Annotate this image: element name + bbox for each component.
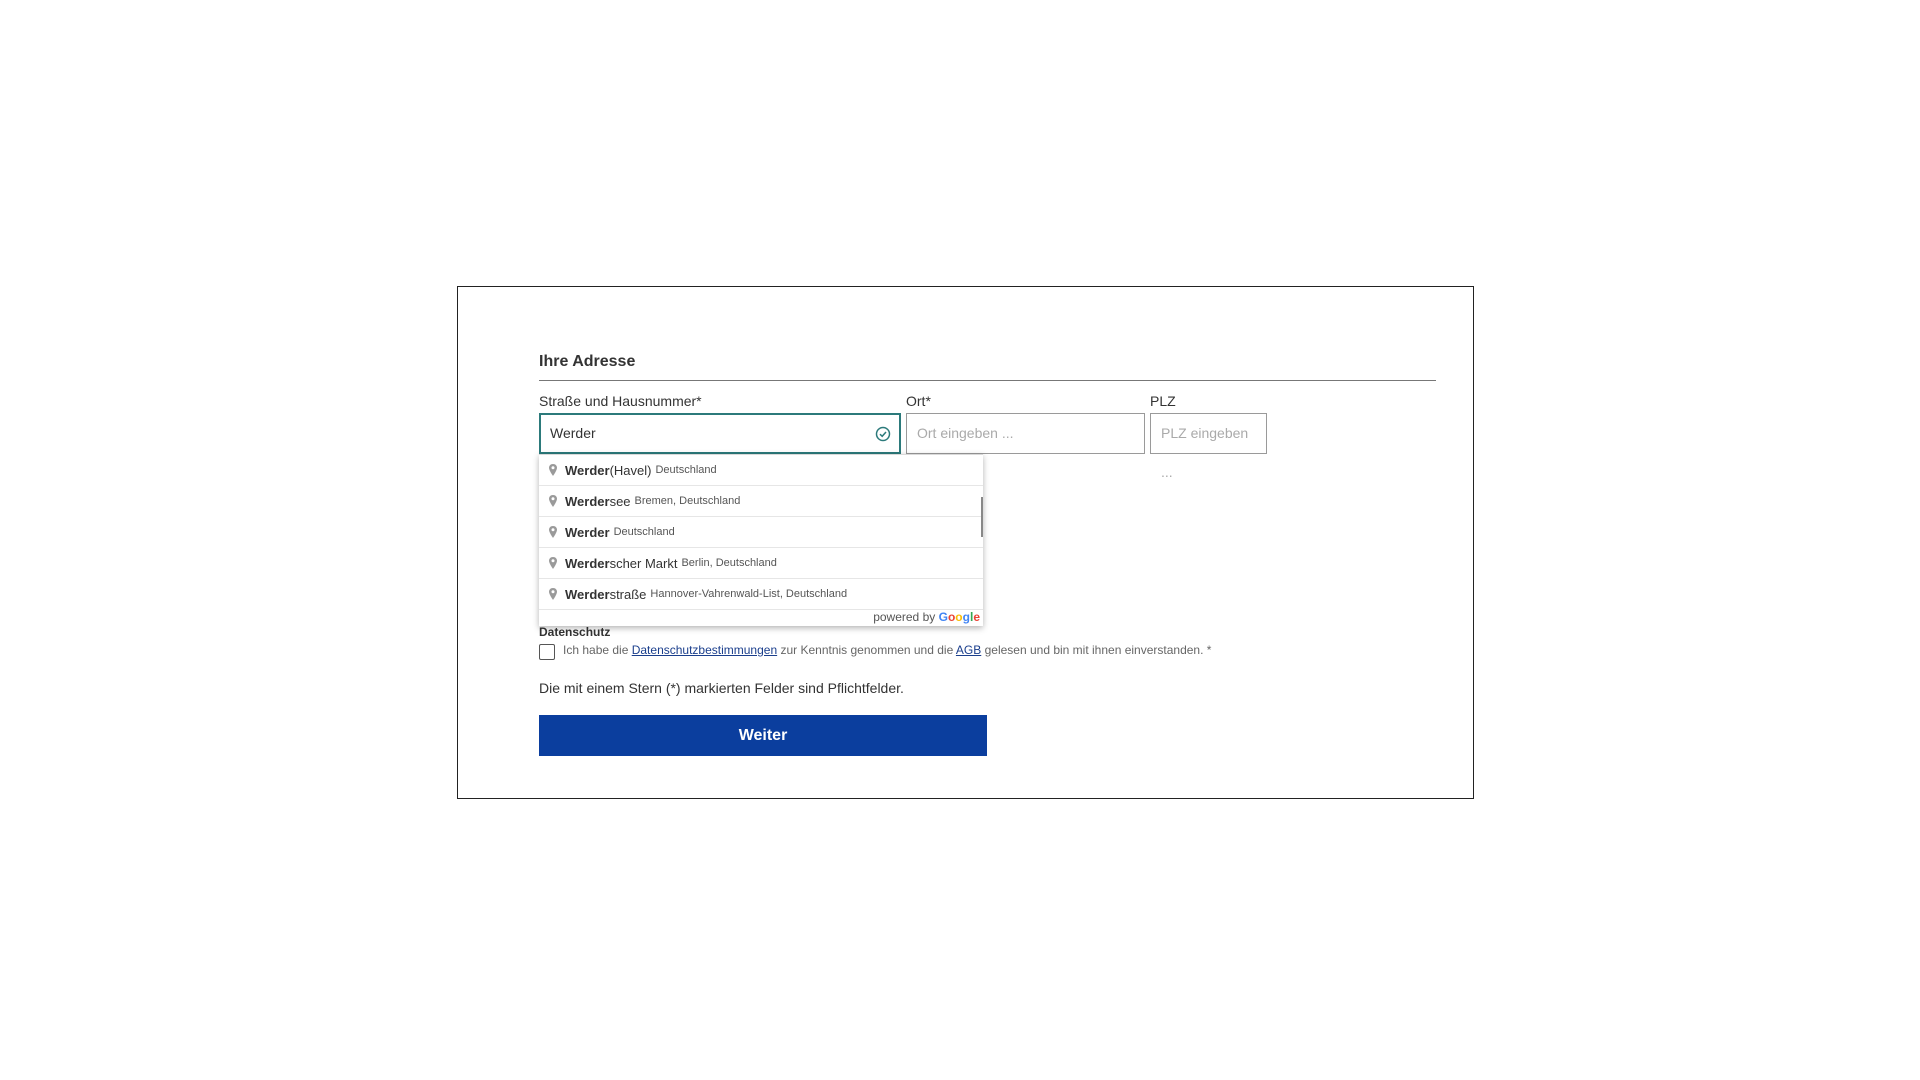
autocomplete-secondary: Bremen, Deutschland	[634, 495, 741, 507]
autocomplete-item[interactable]: Werder straße Hannover-Vahrenwald-List, De…	[539, 579, 983, 610]
autocomplete-secondary: Hannover-Vahrenwald-List, Deutschland	[650, 588, 848, 600]
map-pin-icon	[549, 557, 557, 569]
consent-text: Ich habe die Datenschutzbestimmungen zur…	[563, 643, 1211, 657]
map-pin-icon	[549, 464, 557, 476]
autocomplete-item[interactable]: Werder scher Markt Berlin, Deutschland	[539, 548, 983, 579]
check-circle-icon	[875, 426, 891, 442]
google-logo-letter: e	[973, 610, 980, 624]
city-placeholder: Ort eingeben ...	[917, 425, 1014, 441]
autocomplete-item[interactable]: Werder Deutschland	[539, 517, 983, 548]
google-logo-letter: g	[962, 610, 970, 624]
autocomplete-match: Werder	[565, 493, 610, 509]
continue-button[interactable]: Weiter	[539, 715, 987, 756]
autocomplete-rest: straße	[609, 586, 647, 602]
agb-link[interactable]: AGB	[956, 643, 981, 657]
dropdown-scrollbar[interactable]	[981, 497, 983, 537]
zip-placeholder: PLZ eingeben ...	[1161, 425, 1249, 480]
powered-by-google: powered by Google	[873, 610, 980, 624]
autocomplete-dropdown: Werder (Havel) Deutschland Werder see Breme…	[539, 454, 983, 626]
divider	[539, 380, 1436, 381]
map-pin-icon	[549, 588, 557, 600]
consent-text-part: gelesen und bin mit ihnen einverstanden.…	[981, 643, 1212, 657]
google-logo-letter: o	[955, 610, 963, 624]
privacy-label: Datenschutz	[539, 625, 611, 639]
consent-checkbox[interactable]	[539, 644, 555, 660]
google-logo-letter: G	[938, 610, 948, 624]
autocomplete-secondary: Deutschland	[613, 526, 675, 538]
autocomplete-rest: (Havel)	[609, 462, 652, 478]
autocomplete-match: Werder	[565, 524, 610, 540]
autocomplete-item[interactable]: Werder see Bremen, Deutschland	[539, 486, 983, 517]
map-pin-icon	[549, 526, 557, 538]
autocomplete-rest: see	[609, 493, 631, 509]
street-input-value: Werder	[550, 425, 596, 441]
autocomplete-match: Werder	[565, 586, 610, 602]
autocomplete-secondary: Berlin, Deutschland	[681, 557, 777, 569]
city-label: Ort*	[906, 393, 931, 409]
consent-text-part: zur Kenntnis genommen und die	[777, 643, 956, 657]
street-label: Straße und Hausnummer*	[539, 393, 702, 409]
consent-text-part: Ich habe die	[563, 643, 632, 657]
section-title: Ihre Adresse	[539, 353, 636, 370]
autocomplete-secondary: Deutschland	[655, 464, 717, 476]
city-input[interactable]: Ort eingeben ...	[906, 413, 1145, 454]
zip-input[interactable]: PLZ eingeben ...	[1150, 413, 1267, 480]
map-pin-icon	[549, 495, 557, 507]
street-input[interactable]: Werder	[539, 413, 901, 454]
autocomplete-match: Werder	[565, 462, 610, 478]
autocomplete-item[interactable]: Werder (Havel) Deutschland	[539, 455, 983, 486]
privacy-policy-link[interactable]: Datenschutzbestimmungen	[632, 643, 777, 657]
zip-label: PLZ	[1150, 393, 1176, 409]
required-fields-note: Die mit einem Stern (*) markierten Felde…	[539, 680, 904, 696]
address-form-card: Ihre Adresse Straße und Hausnummer* Werd…	[457, 286, 1474, 799]
autocomplete-match: Werder	[565, 555, 610, 571]
autocomplete-rest: scher Markt	[609, 555, 678, 571]
powered-by-text: powered by	[873, 610, 936, 624]
